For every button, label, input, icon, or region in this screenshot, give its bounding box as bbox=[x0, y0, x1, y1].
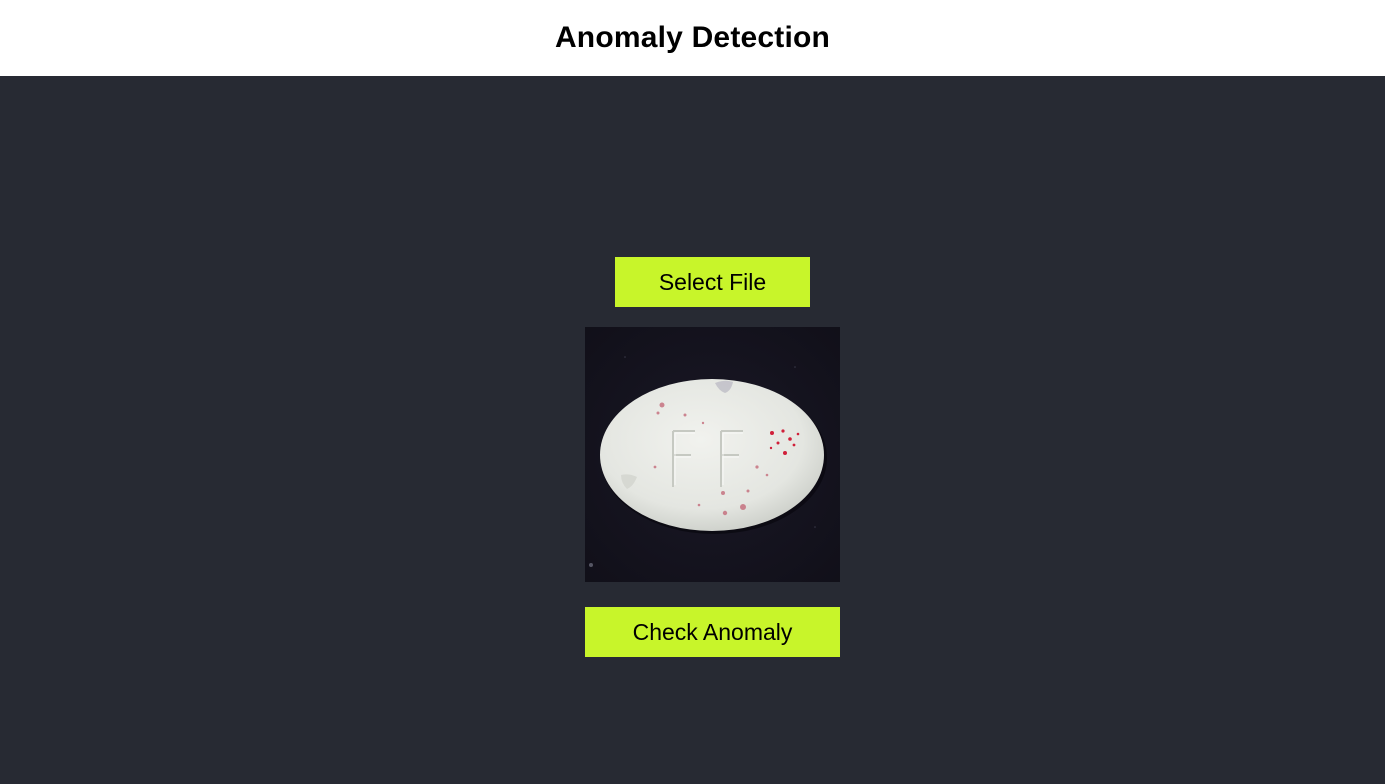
select-file-button[interactable]: Select File bbox=[615, 257, 810, 307]
tablet-body bbox=[600, 379, 824, 531]
app-window: Anomaly Detection Select File Check Anom… bbox=[0, 0, 1385, 784]
uploaded-image-preview bbox=[585, 327, 840, 582]
tablet-image bbox=[585, 327, 840, 582]
check-anomaly-button[interactable]: Check Anomaly bbox=[585, 607, 840, 657]
page-title: Anomaly Detection bbox=[554, 21, 831, 54]
app-header: Anomaly Detection bbox=[0, 0, 1385, 76]
